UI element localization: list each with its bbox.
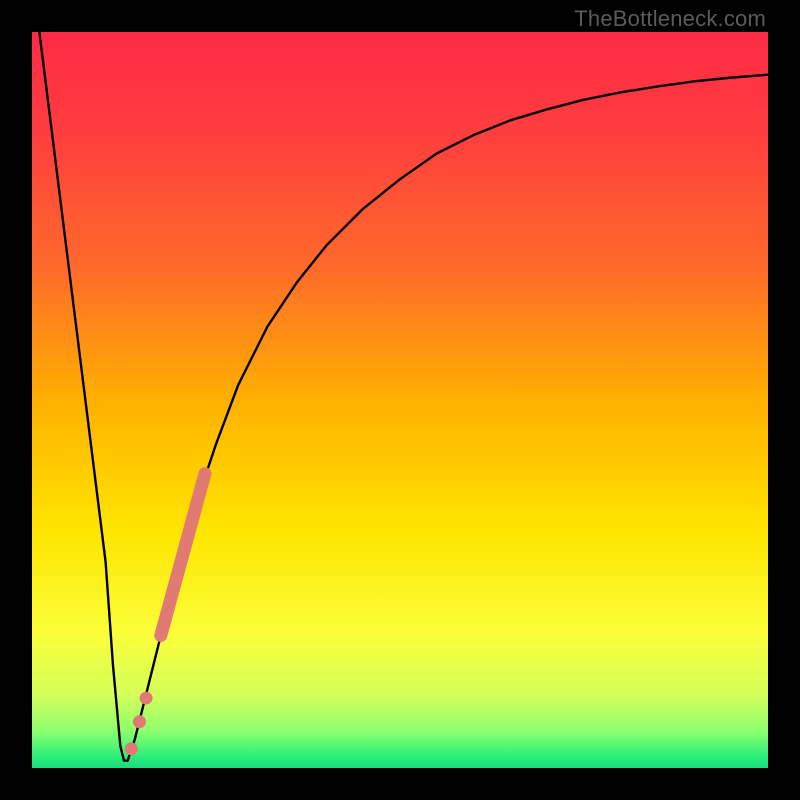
- plot-area: [32, 32, 768, 768]
- highlight-dot: [125, 742, 138, 755]
- highlight-segment: [161, 474, 205, 636]
- highlight-dot: [140, 692, 153, 705]
- chart-frame: TheBottleneck.com: [0, 0, 800, 800]
- watermark-text: TheBottleneck.com: [574, 6, 766, 32]
- highlight-dot: [133, 715, 146, 728]
- bottleneck-curve: [39, 32, 768, 761]
- chart-overlay: [32, 32, 768, 768]
- highlight-dots: [125, 692, 153, 756]
